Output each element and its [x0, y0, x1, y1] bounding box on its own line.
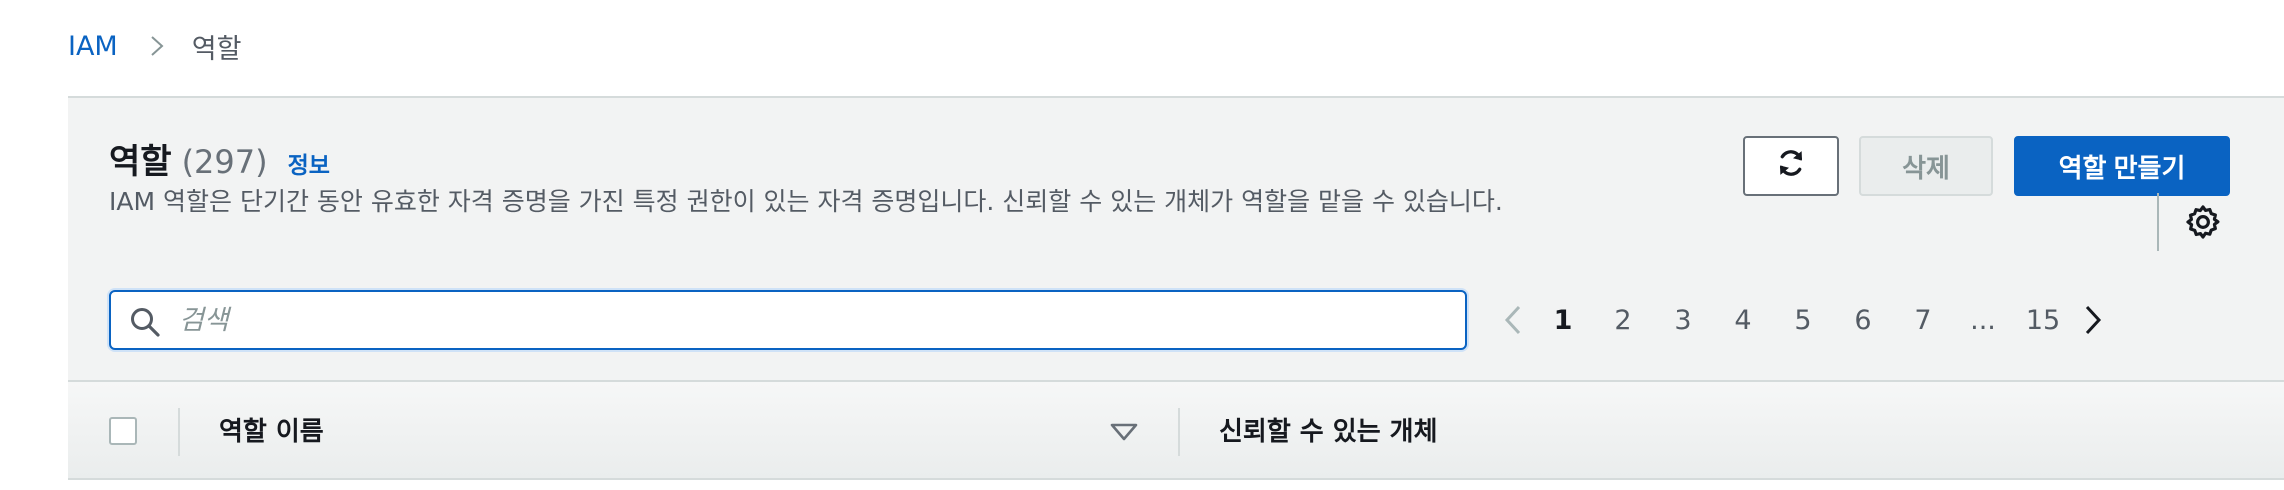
column-divider[interactable]: [178, 408, 180, 456]
column-header-role-name[interactable]: 역할 이름: [219, 410, 324, 454]
refresh-icon: [1776, 148, 1806, 185]
page-ellipsis: ...: [1970, 304, 1996, 336]
previous-page-icon[interactable]: [1493, 291, 1533, 349]
roles-header-panel: 역할 (297) 정보 IAM 역할은 단기간 동안 유효한 자격 증명을 가진…: [68, 98, 2284, 380]
pagination: 1 2 3 4 5 6 7 ... 15: [1493, 291, 2113, 349]
search-input[interactable]: [111, 292, 1465, 348]
search-icon: [129, 306, 161, 338]
breadcrumb-current: 역할: [191, 33, 242, 65]
page-5[interactable]: 5: [1773, 305, 1833, 336]
page-description: IAM 역할은 단기간 동안 유효한 자격 증명을 가진 특정 권한이 있는 자…: [109, 187, 1503, 216]
table-header: 역할 이름 신뢰할 수 있는 개체: [68, 380, 2284, 480]
page-1[interactable]: 1: [1533, 305, 1593, 336]
breadcrumb-iam-link[interactable]: IAM: [68, 31, 118, 62]
breadcrumb: IAM 역할: [68, 26, 241, 66]
refresh-button[interactable]: [1743, 136, 1839, 196]
gear-icon[interactable]: [2184, 203, 2222, 241]
info-link[interactable]: 정보: [288, 146, 330, 180]
page-2[interactable]: 2: [1593, 305, 1653, 336]
search-box: [109, 290, 1467, 350]
page-title: 역할: [109, 142, 172, 182]
title-row: 역할 (297) 정보: [109, 134, 330, 183]
column-header-trusted-entities[interactable]: 신뢰할 수 있는 개체: [1219, 410, 1438, 454]
chevron-right-icon: [146, 35, 168, 57]
page-4[interactable]: 4: [1713, 305, 1773, 336]
page-7[interactable]: 7: [1893, 305, 1953, 336]
sort-descending-icon[interactable]: [1109, 421, 1139, 443]
column-divider[interactable]: [1178, 408, 1180, 456]
page-15[interactable]: 15: [2013, 305, 2073, 336]
create-role-button[interactable]: 역할 만들기: [2014, 136, 2230, 196]
role-count: (297): [181, 143, 268, 181]
divider: [2157, 193, 2159, 251]
select-all-checkbox[interactable]: [109, 417, 137, 445]
next-page-icon[interactable]: [2073, 291, 2113, 349]
page-6[interactable]: 6: [1833, 305, 1893, 336]
page-3[interactable]: 3: [1653, 305, 1713, 336]
delete-button[interactable]: 삭제: [1859, 136, 1993, 196]
